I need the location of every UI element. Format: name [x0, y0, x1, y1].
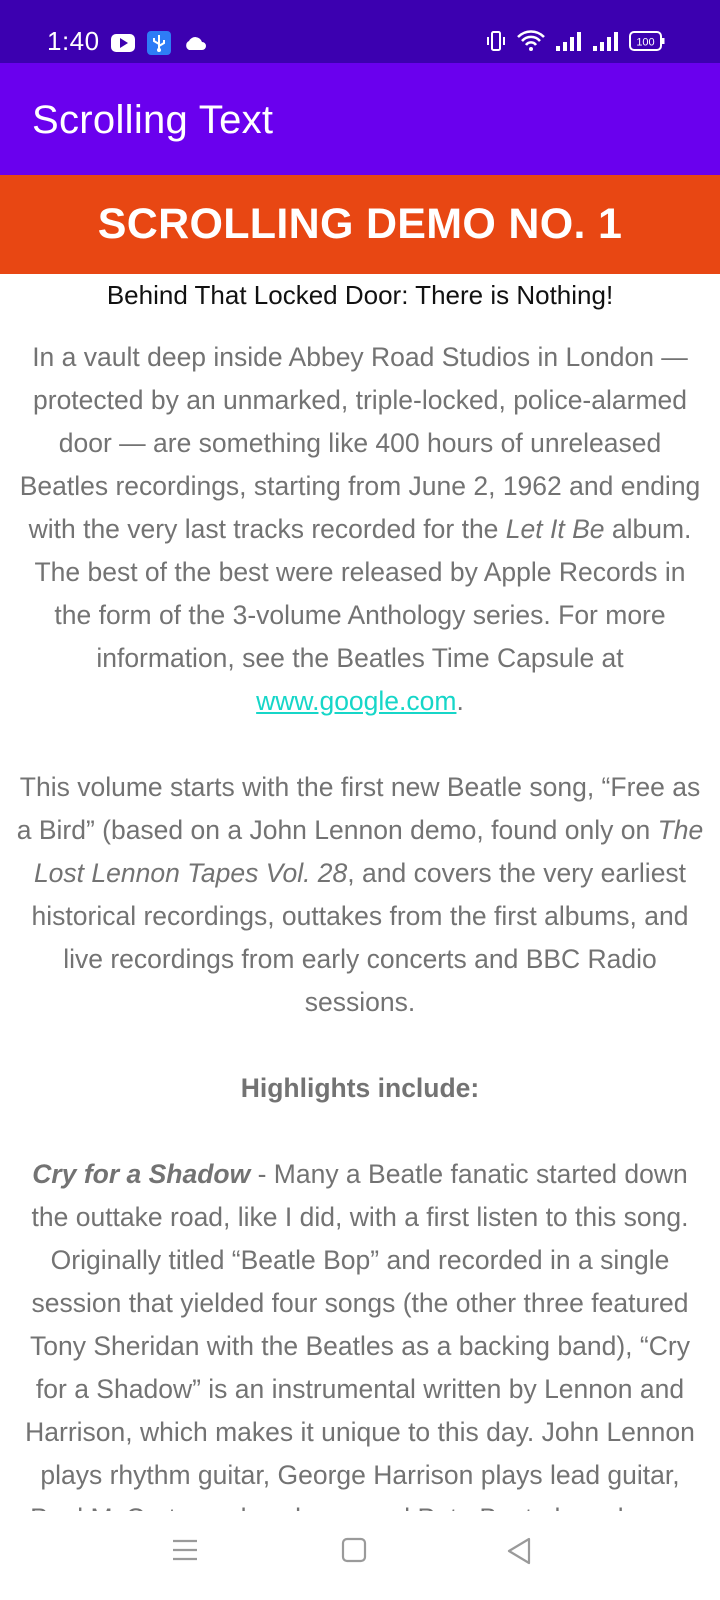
signal-icon: [593, 32, 618, 51]
article-subtitle: Behind That Locked Door: There is Nothin…: [106, 280, 614, 310]
cloud-icon: [186, 37, 206, 50]
menu-icon[interactable]: [172, 1537, 198, 1563]
album-title: Let It Be: [505, 514, 605, 544]
google-link[interactable]: www.google.com: [256, 686, 456, 716]
status-bar: 1:40 100: [0, 0, 720, 63]
home-icon[interactable]: [341, 1537, 367, 1563]
article-body: In a vault deep inside Abbey Road Studio…: [0, 328, 720, 1511]
paragraph-text: - Many a Beatle fanatic started down the…: [25, 1159, 695, 1511]
paragraph-cry-for-a-shadow: Cry for a Shadow - Many a Beatle fanatic…: [14, 1153, 706, 1511]
app-title: Scrolling Text: [32, 98, 274, 142]
youtube-icon: [111, 34, 135, 52]
paragraph-text: .: [456, 686, 464, 716]
status-time: 1:40: [47, 26, 100, 56]
usb-icon: [147, 31, 171, 55]
battery-icon: 100: [629, 31, 665, 51]
battery-level: 100: [636, 37, 654, 49]
vibrate-icon: [487, 31, 505, 51]
highlights-heading: Highlights include:: [240, 1073, 480, 1103]
song-title: Cry for a Shadow: [32, 1159, 251, 1189]
wifi-icon: [517, 30, 545, 51]
paragraph-vault: In a vault deep inside Abbey Road Studio…: [14, 336, 706, 723]
signal-icon: [556, 32, 581, 51]
status-left-icons: [111, 31, 207, 55]
paragraph-text: This volume starts with the first new Be…: [16, 772, 701, 845]
back-icon[interactable]: [506, 1537, 532, 1565]
demo-banner-title: SCROLLING DEMO NO. 1: [0, 175, 720, 274]
scrolling-text-view[interactable]: In a vault deep inside Abbey Road Studio…: [0, 328, 720, 1511]
navigation-bar: [0, 1511, 720, 1600]
paragraph-volume: This volume starts with the first new Be…: [14, 766, 706, 1024]
status-right-icons: 100: [485, 30, 665, 52]
app-bar: Scrolling Text: [0, 63, 720, 175]
